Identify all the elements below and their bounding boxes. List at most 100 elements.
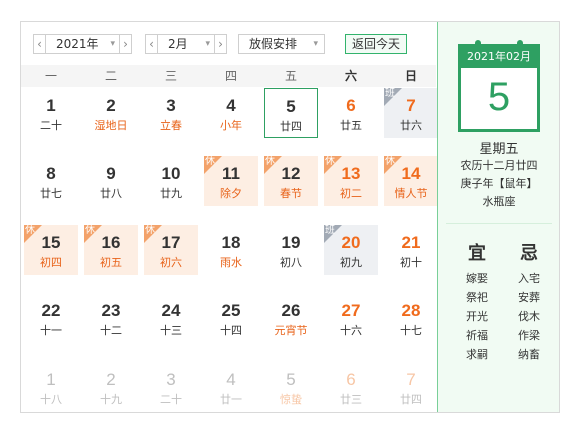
detail-lunar-date: 农历十二月廿四 — [460, 159, 538, 172]
ji-item: 纳畜 — [518, 348, 540, 361]
lunar-label: 十四 — [220, 324, 242, 337]
day-number: 21 — [401, 233, 421, 252]
day-cell[interactable]: 9 廿八 — [84, 156, 138, 206]
year-select-value: 2021年 — [56, 37, 99, 51]
month-select-value: 2月 — [168, 37, 188, 51]
holiday-select-value: 放假安排 — [249, 37, 298, 51]
day-cell[interactable]: 3 立春 — [144, 88, 198, 138]
lunar-label: 廿三 — [340, 393, 362, 406]
day-number: 2 — [106, 370, 116, 389]
weekday-label: 日 — [404, 69, 417, 83]
day-number: 1 — [46, 96, 56, 115]
day-cell[interactable]: 1 十八 — [24, 362, 78, 412]
next-year-button[interactable]: › — [119, 34, 132, 54]
day-cell[interactable]: 1 二十 — [24, 88, 78, 138]
day-cell[interactable]: 休 11 除夕 — [204, 156, 258, 206]
day-number: 5 — [286, 370, 296, 389]
lunar-label: 廿七 — [40, 187, 62, 200]
detail-weekday: 星期五 — [479, 142, 519, 157]
day-cell[interactable]: 2 十九 — [84, 362, 138, 412]
yi-title: 宜 — [468, 243, 486, 264]
prev-month-button[interactable]: ‹ — [145, 34, 158, 54]
day-number: 17 — [161, 233, 181, 252]
day-cell[interactable]: 28 十七 — [384, 293, 438, 343]
lunar-label: 十九 — [100, 393, 122, 406]
year-select[interactable]: 2021年 ▾ — [46, 34, 119, 54]
day-cell[interactable]: 24 十三 — [144, 293, 198, 343]
day-cell[interactable]: 18 雨水 — [204, 225, 258, 275]
day-number: 28 — [401, 301, 421, 320]
day-cell[interactable]: 8 廿七 — [24, 156, 78, 206]
day-cell[interactable]: 23 十二 — [84, 293, 138, 343]
day-cell[interactable]: 21 初十 — [384, 225, 438, 275]
day-cell[interactable]: 6 廿三 — [324, 362, 378, 412]
day-cell[interactable]: 22 十一 — [24, 293, 78, 343]
day-number: 4 — [226, 96, 236, 115]
date-card-day: 5 — [487, 75, 511, 119]
day-number: 11 — [222, 164, 240, 183]
day-cell[interactable]: 休 12 春节 — [264, 156, 318, 206]
day-cell[interactable]: 休 17 初六 — [144, 225, 198, 275]
back-to-today-button[interactable]: 返回今天 — [345, 34, 407, 54]
yi-item: 求嗣 — [466, 348, 488, 361]
day-cell[interactable]: 班 7 廿六 — [384, 88, 438, 138]
day-number: 24 — [161, 301, 181, 320]
lunar-label: 廿四 — [400, 393, 422, 406]
day-cell[interactable]: 19 初八 — [264, 225, 318, 275]
lunar-label: 廿八 — [100, 187, 122, 200]
day-cell[interactable]: 4 小年 — [204, 88, 258, 138]
day-cell[interactable]: 7 廿四 — [384, 362, 438, 412]
weekday-label: 三 — [164, 69, 177, 83]
lunar-label: 初九 — [340, 256, 362, 269]
weekday-label: 六 — [344, 69, 357, 83]
day-cell[interactable]: 27 十六 — [324, 293, 378, 343]
prev-year-button[interactable]: ‹ — [33, 34, 46, 54]
day-cell[interactable]: 3 二十 — [144, 362, 198, 412]
day-number: 13 — [341, 164, 361, 183]
yi-item: 祭祀 — [466, 291, 488, 304]
calendar-main: ‹ 2021年 ▾ › ‹ 2月 ▾ › 放假安排 ▾ 返回今天 一 二 三 四 五 六 日… — [21, 22, 438, 412]
day-cell[interactable]: 休 14 情人节 — [384, 156, 438, 206]
day-number: 4 — [226, 370, 236, 389]
month-select[interactable]: 2月 ▾ — [158, 34, 214, 54]
next-month-button[interactable]: › — [214, 34, 227, 54]
day-cell[interactable]: 班 20 初九 — [324, 225, 378, 275]
day-cell[interactable]: 25 十四 — [204, 293, 258, 343]
weekday-header: 一二三四五六日 — [21, 65, 436, 87]
lunar-label: 初四 — [40, 256, 62, 269]
calendar-toolbar: ‹ 2021年 ▾ › ‹ 2月 ▾ › 放假安排 ▾ 返回今天 — [21, 22, 436, 62]
day-cell[interactable]: 2 湿地日 — [84, 88, 138, 138]
day-number: 22 — [41, 301, 61, 320]
lunar-label: 雨水 — [220, 256, 242, 269]
ji-item: 入宅 — [518, 272, 540, 285]
day-number: 26 — [281, 301, 301, 320]
chevron-down-icon: ▾ — [205, 39, 210, 49]
day-cell-today[interactable]: 5 廿四 — [264, 88, 318, 138]
day-number: 20 — [341, 233, 361, 252]
day-cell[interactable]: 休 16 初五 — [84, 225, 138, 275]
lunar-label: 十六 — [340, 324, 362, 337]
day-number: 16 — [101, 233, 121, 252]
day-cell[interactable]: 26 元宵节 — [264, 293, 318, 343]
lunar-label: 湿地日 — [94, 119, 128, 132]
lunar-label: 小年 — [220, 119, 242, 132]
lunar-label: 廿一 — [220, 393, 242, 406]
ji-item: 安葬 — [518, 291, 540, 304]
day-number: 9 — [106, 164, 116, 183]
lunar-label: 二十 — [160, 393, 182, 406]
lunar-label: 十三 — [160, 324, 182, 337]
lunar-label: 廿九 — [160, 187, 182, 200]
day-cell[interactable]: 休 15 初四 — [24, 225, 78, 275]
holiday-select[interactable]: 放假安排 ▾ — [238, 34, 325, 54]
lunar-label: 春节 — [280, 187, 302, 200]
day-cell[interactable]: 6 廿五 — [324, 88, 378, 138]
lunar-label: 初十 — [400, 256, 422, 269]
day-number: 19 — [281, 233, 301, 252]
day-cell[interactable]: 10 廿九 — [144, 156, 198, 206]
day-number: 2 — [106, 96, 116, 115]
weekday-label: 四 — [224, 69, 237, 83]
day-cell[interactable]: 休 13 初二 — [324, 156, 378, 206]
day-cell[interactable]: 4 廿一 — [204, 362, 258, 412]
day-cell[interactable]: 5 惊蛰 — [264, 362, 318, 412]
weekday-label: 二 — [104, 69, 117, 83]
